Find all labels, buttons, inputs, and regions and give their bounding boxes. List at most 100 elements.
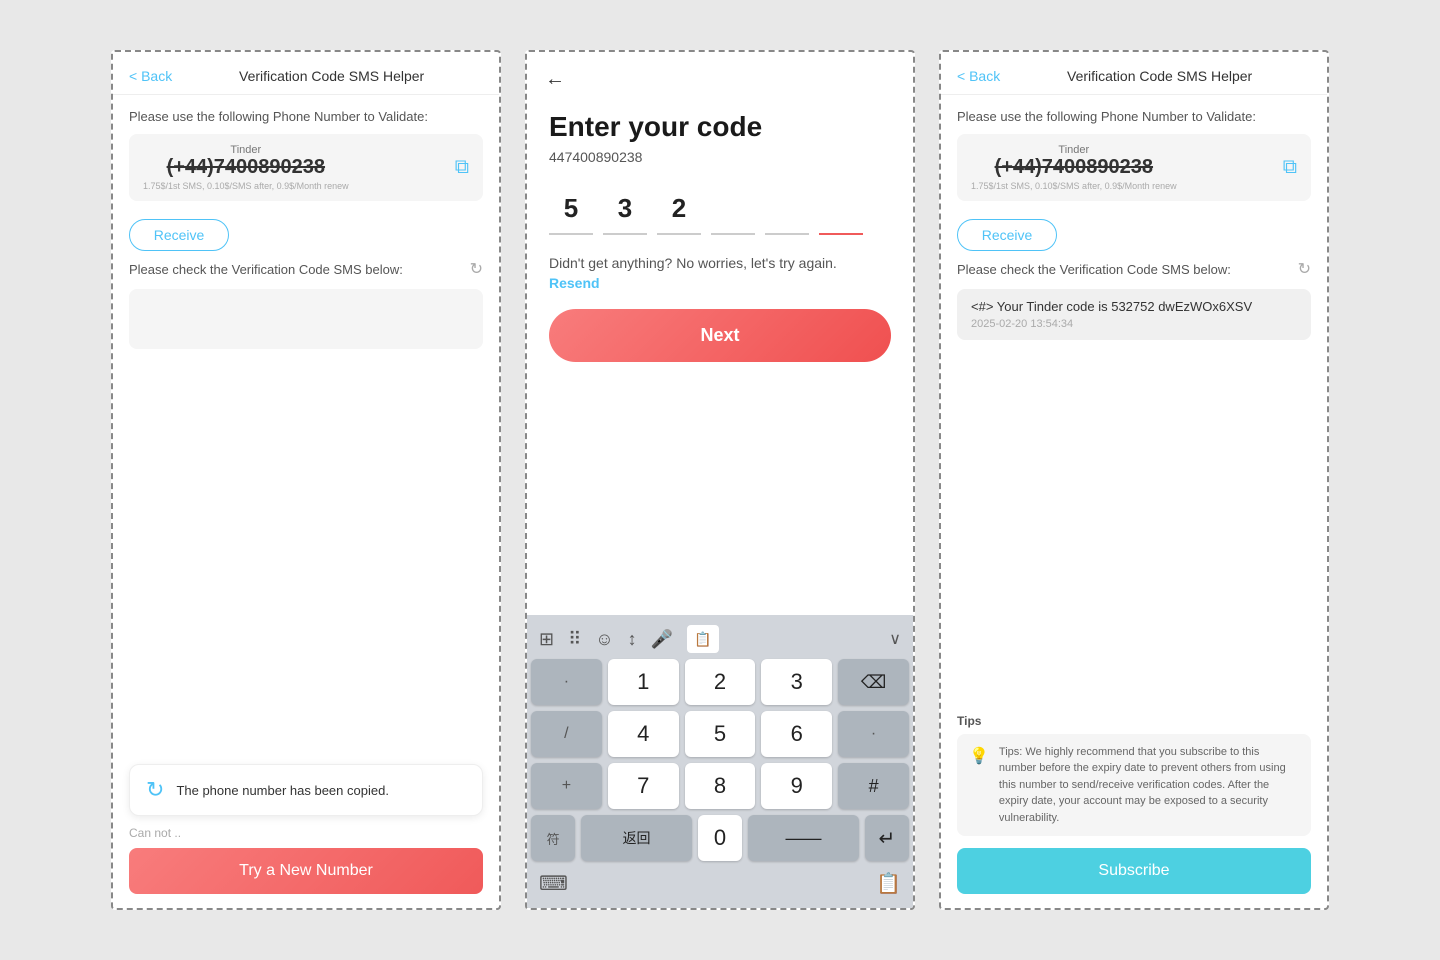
panel3-check-text: Please check the Verification Code SMS b…: [957, 259, 1311, 279]
dots-grid-icon[interactable]: ⠿: [568, 629, 581, 650]
subscribe-button[interactable]: Subscribe: [957, 848, 1311, 894]
panel1-number-value: (+44)7400890238: [143, 156, 349, 179]
panel3-receive-btn[interactable]: Receive: [957, 219, 1057, 251]
panel3-body: Please use the following Phone Number to…: [941, 95, 1327, 908]
emoji-icon[interactable]: ☺: [595, 629, 613, 650]
key-slash[interactable]: /: [531, 711, 602, 757]
key-4[interactable]: 4: [608, 711, 679, 757]
panel1-back-button[interactable]: < Back: [129, 68, 172, 84]
panel3-tips-box: 💡 Tips: We highly recommend that you sub…: [957, 734, 1311, 837]
keyboard-toolbar: ⊞ ⠿ ☺ ↕ 🎤 📋 ∨: [527, 623, 913, 659]
keyboard-clipboard-icon[interactable]: 📋: [876, 871, 901, 896]
panel3-tips-text: Tips: We highly recommend that you subsc…: [999, 744, 1299, 827]
key-space[interactable]: ——: [748, 815, 859, 861]
panel1-sms-area: [129, 289, 483, 349]
panel3-copy-icon[interactable]: ⧉: [1283, 156, 1297, 179]
panel1-title: Verification Code SMS Helper: [180, 68, 483, 84]
key-enter[interactable]: ↵: [865, 815, 909, 861]
panel1-number-box: Tinder (+44)7400890238 1.75$/1st SMS, 0.…: [129, 134, 483, 201]
cursor-icon[interactable]: ↕: [628, 629, 637, 650]
panel3-number-box: Tinder (+44)7400890238 1.75$/1st SMS, 0.…: [957, 134, 1311, 201]
keyboard-row-4: 符 返回 0 —— ↵: [531, 815, 909, 861]
panel1-cannot-text: Can not ..: [129, 826, 483, 840]
lightbulb-icon: 💡: [969, 746, 989, 766]
chevron-down-icon[interactable]: ∨: [889, 629, 901, 649]
key-7[interactable]: 7: [608, 763, 679, 809]
panel1-spacer: [129, 359, 483, 764]
code-box-3[interactable]: [711, 183, 755, 235]
key-dot[interactable]: ·: [531, 659, 602, 705]
delete-key[interactable]: ⌫: [838, 659, 909, 705]
key-5[interactable]: 5: [685, 711, 756, 757]
key-3[interactable]: 3: [761, 659, 832, 705]
panel2-resend-button[interactable]: Resend: [549, 275, 891, 291]
panel3-refresh-icon[interactable]: ↻: [1298, 259, 1311, 279]
keyboard-row-3: + 7 8 9 #: [531, 763, 909, 809]
panel3-number-sub: 1.75$/1st SMS, 0.10$/SMS after, 0.9$/Mon…: [971, 181, 1177, 191]
key-2[interactable]: 2: [685, 659, 756, 705]
code-box-5[interactable]: [819, 183, 863, 235]
key-return-cn[interactable]: 返回: [581, 815, 692, 861]
panel3-spacer: [957, 350, 1311, 714]
panel3-number-value: (+44)7400890238: [971, 156, 1177, 179]
keyboard-bottom-bar: ⌨ 📋: [527, 867, 913, 904]
panel1-toast-text: The phone number has been copied.: [176, 783, 389, 798]
keyboard-row-1: · 1 2 3 ⌫: [531, 659, 909, 705]
panel3-title: Verification Code SMS Helper: [1008, 68, 1311, 84]
code-box-1[interactable]: 3: [603, 183, 647, 235]
key-6[interactable]: 6: [761, 711, 832, 757]
panel3-validate-text: Please use the following Phone Number to…: [957, 109, 1311, 124]
panel1-receive-btn[interactable]: Receive: [129, 219, 229, 251]
panel2-no-code-text: Didn't get anything? No worries, let's t…: [549, 255, 891, 271]
panel3-sms-text: <#> Your Tinder code is 532752 dwEzWOx6X…: [971, 299, 1297, 314]
copy-icon[interactable]: ⧉: [455, 156, 469, 179]
key-9[interactable]: 9: [761, 763, 832, 809]
key-0[interactable]: 0: [698, 815, 742, 861]
panel1-number-sub: 1.75$/1st SMS, 0.10$/SMS after, 0.9$/Mon…: [143, 181, 349, 191]
keyboard-row-2: / 4 5 6 ·: [531, 711, 909, 757]
toolbar-icons: ⊞ ⠿ ☺ ↕ 🎤 📋: [539, 625, 719, 653]
code-box-4[interactable]: [765, 183, 809, 235]
panel-3: < Back Verification Code SMS Helper Plea…: [939, 50, 1329, 910]
panel2-code-boxes: 5 3 2: [549, 183, 891, 235]
panel2-body: Enter your code 447400890238 5 3 2 Didn'…: [527, 101, 913, 615]
keyboard-switch-icon[interactable]: ⌨: [539, 871, 568, 896]
panel3-sms-box: <#> Your Tinder code is 532752 dwEzWOx6X…: [957, 289, 1311, 340]
panel2-keyboard: ⊞ ⠿ ☺ ↕ 🎤 📋 ∨ · 1 2 3 ⌫ / 4 5 6 ·: [527, 615, 913, 908]
panel3-sms-time: 2025-02-20 13:54:34: [971, 318, 1297, 330]
panel1-header: < Back Verification Code SMS Helper: [113, 52, 499, 95]
code-box-0[interactable]: 5: [549, 183, 593, 235]
panel1-number-info: Tinder (+44)7400890238 1.75$/1st SMS, 0.…: [143, 144, 349, 191]
panel2-back-button[interactable]: ←: [545, 68, 565, 90]
panel2-header: ←: [527, 52, 913, 101]
panel2-spacer: [549, 362, 891, 605]
panel-2: ← Enter your code 447400890238 5 3 2 Did…: [525, 50, 915, 910]
paste-icon[interactable]: 📋: [687, 625, 719, 653]
panel3-tips-label: Tips: [957, 714, 1311, 728]
key-hash[interactable]: #: [838, 763, 909, 809]
panel3-header: < Back Verification Code SMS Helper: [941, 52, 1327, 95]
refresh-circle-icon: ↻: [146, 777, 164, 803]
panel3-service-label: Tinder: [971, 144, 1177, 156]
new-number-button[interactable]: Try a New Number: [129, 848, 483, 894]
panel1-validate-text: Please use the following Phone Number to…: [129, 109, 483, 124]
mic-icon[interactable]: 🎤: [651, 629, 673, 650]
key-symbol[interactable]: 符: [531, 815, 575, 861]
panel1-body: Please use the following Phone Number to…: [113, 95, 499, 908]
key-1[interactable]: 1: [608, 659, 679, 705]
refresh-icon[interactable]: ↻: [470, 259, 483, 279]
panel1-check-text: Please check the Verification Code SMS b…: [129, 259, 483, 279]
key-8[interactable]: 8: [685, 763, 756, 809]
panel1-service-label: Tinder: [143, 144, 349, 156]
panel3-back-button[interactable]: < Back: [957, 68, 1000, 84]
code-box-2[interactable]: 2: [657, 183, 701, 235]
panel-1: < Back Verification Code SMS Helper Plea…: [111, 50, 501, 910]
next-button[interactable]: Next: [549, 309, 891, 362]
panel2-phone-number: 447400890238: [549, 149, 891, 165]
keyboard-rows: · 1 2 3 ⌫ / 4 5 6 · + 7 8 9 # 符: [527, 659, 913, 861]
panel1-copied-toast: ↻ The phone number has been copied.: [129, 764, 483, 816]
key-period[interactable]: ·: [838, 711, 909, 757]
grid-icon[interactable]: ⊞: [539, 629, 554, 650]
key-plus[interactable]: +: [531, 763, 602, 809]
panel3-number-info: Tinder (+44)7400890238 1.75$/1st SMS, 0.…: [971, 144, 1177, 191]
